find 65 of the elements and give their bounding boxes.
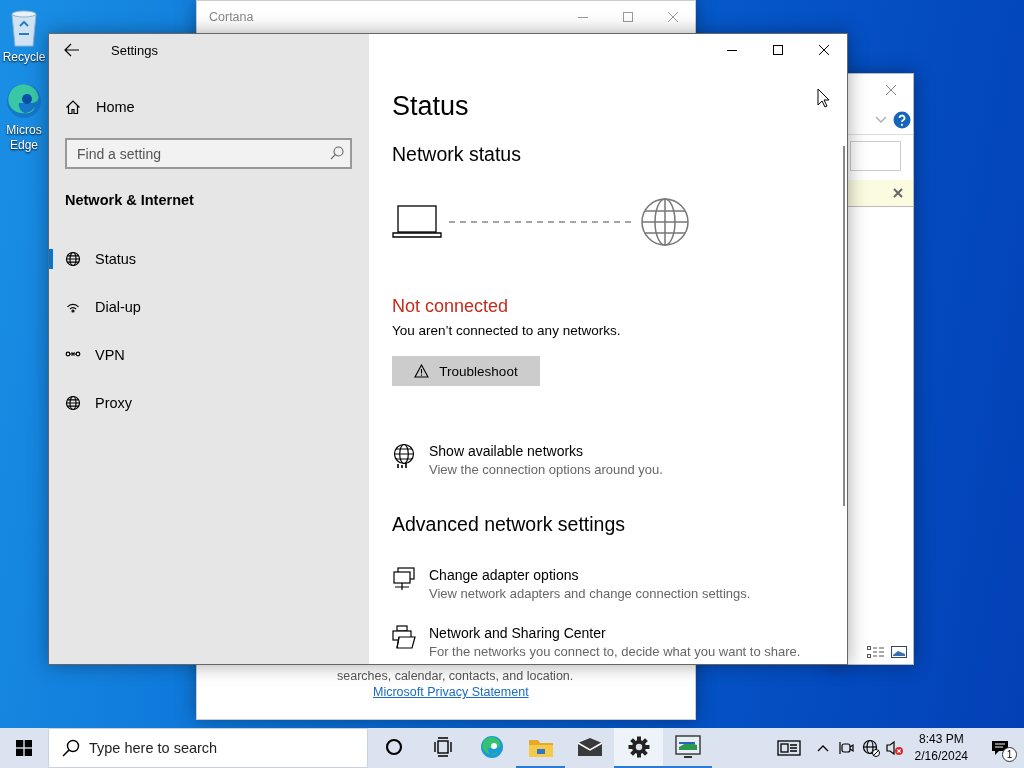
cortana-icon — [383, 737, 404, 757]
clock[interactable]: 8:43 PM 2/16/2024 — [906, 728, 976, 768]
printer-folder-icon[interactable] — [392, 625, 417, 651]
link-description: View the connection options around you. — [429, 461, 663, 479]
desktop-icon-label[interactable]: Micros Edge — [6, 123, 42, 153]
close-icon — [885, 85, 896, 95]
back-arrow-icon — [64, 43, 80, 57]
notifications-button[interactable]: 1 — [976, 728, 1024, 768]
home-link[interactable]: Home — [49, 87, 147, 127]
body-text: searches, calendar, contacts, and location. — [336, 668, 575, 684]
task-view-icon — [432, 737, 453, 757]
globe-network-icon[interactable] — [392, 443, 417, 469]
laptop-icon — [392, 204, 442, 240]
nav-item[interactable]: VPN — [49, 331, 141, 379]
globe-icon — [65, 251, 81, 267]
section-heading: Network & Internet — [65, 191, 195, 210]
globe-icon — [640, 197, 690, 247]
close-icon — [667, 12, 678, 22]
search-field[interactable]: Type here to search — [48, 728, 368, 768]
monitors-icon[interactable] — [392, 567, 417, 593]
close-icon[interactable] — [893, 188, 903, 198]
globe-icon — [65, 395, 81, 411]
search-icon — [330, 146, 344, 160]
close-icon — [819, 45, 829, 55]
page-title: Status — [392, 90, 469, 123]
search-field[interactable]: Find a setting — [65, 138, 352, 169]
nav-item[interactable]: Proxy — [49, 379, 149, 427]
envelope-icon — [576, 737, 603, 757]
search-icon — [62, 739, 80, 757]
settings-link[interactable]: Change adapter options — [429, 565, 579, 585]
window-title: Settings — [111, 42, 158, 58]
maximize-icon — [622, 12, 633, 22]
edge-icon — [478, 734, 505, 760]
mouse-pointer-icon — [817, 88, 831, 108]
link-description: For the networks you connect to, decide what you want to share. — [429, 643, 801, 661]
link-description: View network adapters and change connection settings. — [429, 585, 751, 603]
camera-icon — [838, 740, 855, 756]
details-view-icon[interactable] — [867, 646, 885, 658]
status-message: You aren’t connected to any networks. — [392, 322, 621, 340]
window-title: Cortana — [209, 10, 255, 24]
news-icon — [776, 740, 801, 756]
warning-icon — [414, 364, 430, 378]
taskbar-button[interactable] — [614, 728, 663, 768]
connection-status: Not connected — [392, 295, 509, 318]
monitor-icon — [674, 735, 701, 759]
notification-count: 1 — [1002, 747, 1017, 762]
home-icon — [65, 99, 81, 115]
section-heading: Advanced network settings — [392, 512, 626, 537]
gear-icon — [627, 736, 650, 758]
nav-item[interactable]: Status — [49, 235, 153, 283]
preview-icon[interactable] — [891, 646, 907, 658]
caret-up-icon — [816, 744, 829, 752]
maximize-icon — [773, 45, 783, 55]
windows-logo-icon — [16, 740, 32, 756]
section-heading: Network status — [392, 142, 521, 167]
nav-item[interactable]: Dial-up — [49, 283, 157, 331]
volume-muted-icon — [885, 740, 904, 756]
settings-link[interactable]: Show available networks — [429, 441, 584, 461]
help-icon[interactable] — [893, 111, 911, 129]
scrollbar[interactable] — [843, 146, 845, 506]
troubleshoot-button[interactable]: Troubleshoot — [392, 356, 540, 386]
text-field[interactable] — [850, 141, 901, 171]
network-icon — [861, 739, 880, 757]
settings-link[interactable]: Network and Sharing Center — [429, 623, 606, 643]
privacy-link[interactable]: Microsoft Privacy Statement — [373, 684, 529, 700]
